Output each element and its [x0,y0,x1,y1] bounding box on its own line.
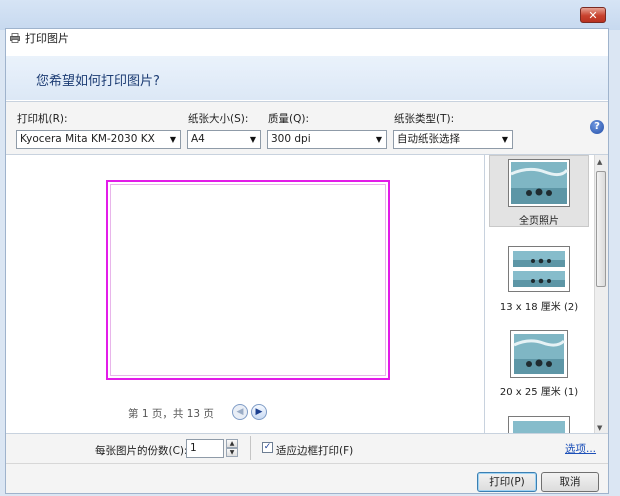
paper-type-value: 自动纸张选择 [397,133,460,145]
layout-label-full-page: 全页照片 [519,216,559,227]
layout-thumb-20x25[interactable] [510,330,568,378]
paper-size-select[interactable]: A4 ▼ [187,130,261,149]
fit-checkbox[interactable]: ✓ [262,442,273,453]
close-button[interactable]: ✕ [580,7,606,23]
dropdown-arrow-icon: ▼ [169,135,176,144]
paper-type-select[interactable]: 自动纸张选择 ▼ [393,130,513,149]
printer-icon [10,33,20,43]
layout-label-20x25: 20 x 25 厘米 (1) [499,387,579,398]
copies-label: 每张图片的份数(C): [95,445,188,457]
copies-down-icon[interactable]: ▼ [226,448,238,457]
dropdown-arrow-icon: ▼ [375,135,382,144]
close-icon: ✕ [588,9,598,22]
printer-value: Kyocera Mita KM-2030 KX [20,133,155,145]
copies-up-icon[interactable]: ▲ [226,439,238,448]
preview-page-inner [110,184,386,376]
paper-type-label: 纸张类型(T): [394,113,455,125]
layout-thumb-image [513,334,566,374]
quality-value: 300 dpi [271,133,311,145]
dialog-question: 您希望如何打印图片? [36,74,160,89]
layout-thumb-13x18[interactable] [508,246,570,292]
options-separator [250,436,251,460]
cancel-button[interactable]: 取消 [541,472,599,492]
layout-thumb-full-page[interactable] [508,159,570,207]
checkbox-check-icon: ✓ [263,442,272,452]
layout-scrollbar-thumb[interactable] [596,171,606,287]
quality-label: 质量(Q): [268,113,309,125]
print-button[interactable]: 打印(P) [477,472,537,492]
paper-size-value: A4 [191,133,205,145]
dropdown-arrow-icon: ▼ [249,135,256,144]
page-status: 第 1 页，共 13 页 [128,408,214,420]
layout-thumb-image [513,251,565,287]
layout-thumb-image [510,162,569,204]
window-title-text: 打印图片 [25,32,69,45]
window-title: 打印图片 [10,30,69,46]
title-bar [0,0,620,30]
fit-label[interactable]: 适应边框打印(F) [276,443,353,458]
options-link[interactable]: 选项... [565,441,596,456]
copies-input[interactable]: 1 [186,439,224,458]
printer-label: 打印机(R): [17,113,68,125]
layout-thumb-partial[interactable] [508,416,570,433]
prev-page-icon[interactable]: ◀ [232,404,248,420]
quality-select[interactable]: 300 dpi ▼ [267,130,387,149]
next-page-icon[interactable]: ▶ [251,404,267,420]
paper-size-label: 纸张大小(S): [188,113,249,125]
layout-thumb-image [513,421,565,433]
scroll-up-icon[interactable]: ▲ [597,158,602,166]
scroll-down-icon[interactable]: ▼ [597,424,602,432]
printer-select[interactable]: Kyocera Mita KM-2030 KX ▼ [16,130,181,149]
dropdown-arrow-icon: ▼ [501,135,508,144]
help-icon[interactable]: ? [590,120,604,134]
layout-label-13x18: 13 x 18 厘米 (2) [499,302,579,313]
